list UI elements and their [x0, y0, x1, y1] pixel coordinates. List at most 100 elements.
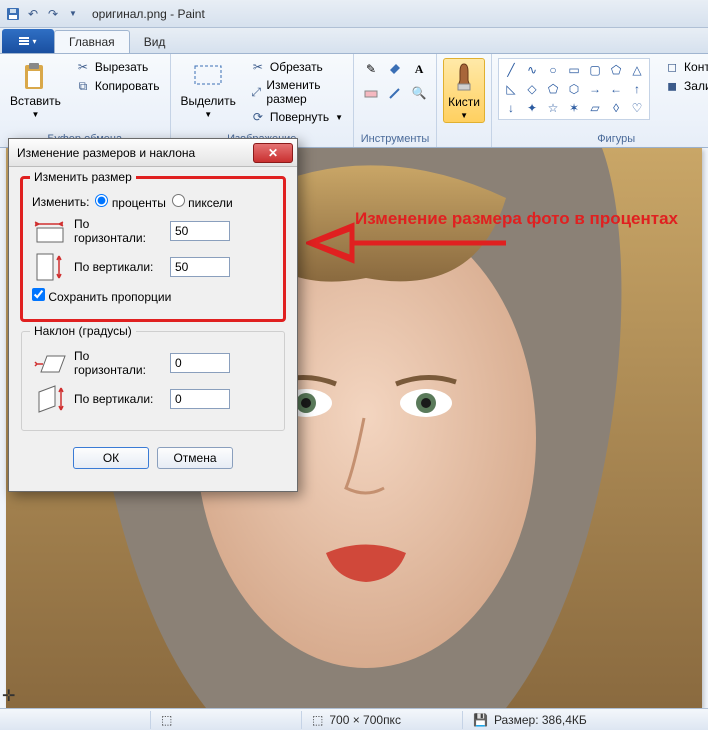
horizontal-label: По горизонтали:: [74, 217, 164, 245]
dialog-titlebar[interactable]: Изменение размеров и наклона ✕: [9, 139, 297, 167]
pencil-tool[interactable]: ✎: [360, 58, 382, 80]
group-brushes: Кисти ▼: [437, 54, 492, 147]
cancel-button[interactable]: Отмена: [157, 447, 233, 469]
skew-v-input[interactable]: [170, 389, 230, 409]
chevron-down-icon: ▼: [204, 110, 212, 119]
dialog-title: Изменение размеров и наклона: [17, 146, 195, 160]
tab-home[interactable]: Главная: [54, 30, 130, 53]
radio-pixels[interactable]: пиксели: [172, 194, 233, 210]
fill-tool[interactable]: [384, 58, 406, 80]
title-bar: ↶ ↷ ▼ оригинал.png - Paint: [0, 0, 708, 28]
shape-rect[interactable]: ▭: [564, 61, 584, 79]
window-title: оригинал.png - Paint: [92, 7, 205, 21]
change-by-label: Изменить:: [32, 195, 89, 209]
tab-view[interactable]: Вид: [130, 31, 180, 53]
select-icon: [192, 60, 224, 92]
ribbon-tabs: ▾ Главная Вид: [0, 28, 708, 54]
shapes-gallery[interactable]: ╱ ∿ ○ ▭ ▢ ⬠ △ ◺ ◇ ⬠ ⬡ → ← ↑ ↓ ✦ ☆ ✶ ▱ ◊: [498, 58, 650, 120]
copy-button[interactable]: ⧉Копировать: [71, 77, 164, 95]
skew-legend: Наклон (градусы): [30, 324, 136, 338]
undo-icon[interactable]: ↶: [24, 5, 42, 23]
rotate-button[interactable]: ⟳Повернуть▼: [246, 108, 347, 126]
horizontal-input[interactable]: [170, 221, 230, 241]
skew-v-label: По вертикали:: [74, 392, 164, 406]
radio-percent[interactable]: проценты: [95, 194, 165, 210]
save-icon[interactable]: [4, 5, 22, 23]
skew-h-label: По горизонтали:: [74, 349, 164, 377]
shape-pentagon[interactable]: ⬠: [543, 80, 563, 98]
close-button[interactable]: ✕: [253, 143, 293, 163]
brushes-button[interactable]: Кисти ▼: [443, 58, 485, 123]
status-bar: ⬚ ⬚700 × 700пкс 💾Размер: 386,4КБ: [0, 708, 708, 730]
vertical-resize-icon: [32, 252, 68, 282]
shape-rtriangle[interactable]: ◺: [501, 80, 521, 98]
shape-triangle[interactable]: △: [627, 61, 647, 79]
cut-button[interactable]: ✂Вырезать: [71, 58, 164, 76]
vertical-input[interactable]: [170, 257, 230, 277]
copy-icon: ⧉: [75, 78, 91, 94]
shape-hexagon[interactable]: ⬡: [564, 80, 584, 98]
shape-line[interactable]: ╱: [501, 61, 521, 79]
shape-arrow-l[interactable]: ←: [606, 80, 626, 98]
resize-icon: ⤢: [250, 84, 263, 100]
chevron-down-icon: ▼: [460, 111, 468, 120]
skew-fieldset: Наклон (градусы) По горизонтали: По верт…: [21, 331, 285, 431]
status-dimensions: 700 × 700пкс: [329, 713, 401, 727]
shape-diamond[interactable]: ◇: [522, 80, 542, 98]
ribbon: Вставить ▼ ✂Вырезать ⧉Копировать Буфер о…: [0, 54, 708, 148]
ok-button[interactable]: ОК: [73, 447, 149, 469]
group-label: Фигуры: [498, 133, 708, 145]
qat-dropdown-icon[interactable]: ▼: [64, 5, 82, 23]
annotation-arrow-icon: [306, 216, 506, 270]
crop-button[interactable]: ✂Обрезать: [246, 58, 347, 76]
paste-button[interactable]: Вставить ▼: [6, 58, 65, 121]
shape-arrow-r[interactable]: →: [585, 80, 605, 98]
chevron-down-icon: ▼: [31, 110, 39, 119]
paste-icon: [19, 60, 51, 92]
select-button[interactable]: Выделить ▼: [177, 58, 240, 121]
eraser-tool[interactable]: [360, 82, 382, 104]
shape-oval[interactable]: ○: [543, 61, 563, 79]
group-label: Инструменты: [360, 133, 430, 145]
skew-h-input[interactable]: [170, 353, 230, 373]
shape-roundrect[interactable]: ▢: [585, 61, 605, 79]
close-icon: ✕: [268, 146, 278, 160]
text-tool[interactable]: A: [408, 58, 430, 80]
disk-icon: 💾: [473, 713, 488, 727]
cursor-position-icon: ✛: [2, 686, 15, 706]
shape-arrow-d[interactable]: ↓: [501, 99, 521, 117]
vertical-label: По вертикали:: [74, 260, 164, 274]
shape-star5[interactable]: ☆: [543, 99, 563, 117]
zoom-tool[interactable]: 🔍: [408, 82, 430, 104]
brush-icon: [448, 61, 480, 93]
resize-button[interactable]: ⤢Изменить размер: [246, 77, 347, 107]
vertical-skew-icon: [32, 384, 68, 414]
rotate-icon: ⟳: [250, 109, 266, 125]
scissors-icon: ✂: [75, 59, 91, 75]
shape-star4[interactable]: ✦: [522, 99, 542, 117]
resize-legend: Изменить размер: [30, 170, 136, 184]
group-image: Выделить ▼ ✂Обрезать ⤢Изменить размер ⟳П…: [171, 54, 355, 147]
fill-button[interactable]: ◼Заливка: [660, 77, 708, 95]
shape-curve[interactable]: ∿: [522, 61, 542, 79]
shape-heart[interactable]: ♡: [627, 99, 647, 117]
shape-polygon[interactable]: ⬠: [606, 61, 626, 79]
outline-button[interactable]: ◻Контур: [660, 58, 708, 76]
file-tab[interactable]: ▾: [2, 29, 54, 53]
group-clipboard: Вставить ▼ ✂Вырезать ⧉Копировать Буфер о…: [0, 54, 171, 147]
redo-icon[interactable]: ↷: [44, 5, 62, 23]
picker-tool[interactable]: [384, 82, 406, 104]
shape-callout[interactable]: ▱: [585, 99, 605, 117]
resize-fieldset: Изменить размер Изменить: проценты пиксе…: [21, 177, 285, 321]
keep-ratio-checkbox[interactable]: Сохранить пропорции: [32, 288, 171, 304]
group-label: [443, 133, 485, 145]
quick-access-toolbar: ↶ ↷ ▼: [4, 5, 82, 23]
shape-star6[interactable]: ✶: [564, 99, 584, 117]
shape-callout2[interactable]: ◊: [606, 99, 626, 117]
shape-arrow-u[interactable]: ↑: [627, 80, 647, 98]
dimensions-icon: ⬚: [312, 713, 323, 727]
horizontal-skew-icon: [32, 348, 68, 378]
group-shapes: ╱ ∿ ○ ▭ ▢ ⬠ △ ◺ ◇ ⬠ ⬡ → ← ↑ ↓ ✦ ☆ ✶ ▱ ◊: [492, 54, 708, 147]
fill-icon: ◼: [664, 78, 680, 94]
horizontal-resize-icon: [32, 216, 68, 246]
